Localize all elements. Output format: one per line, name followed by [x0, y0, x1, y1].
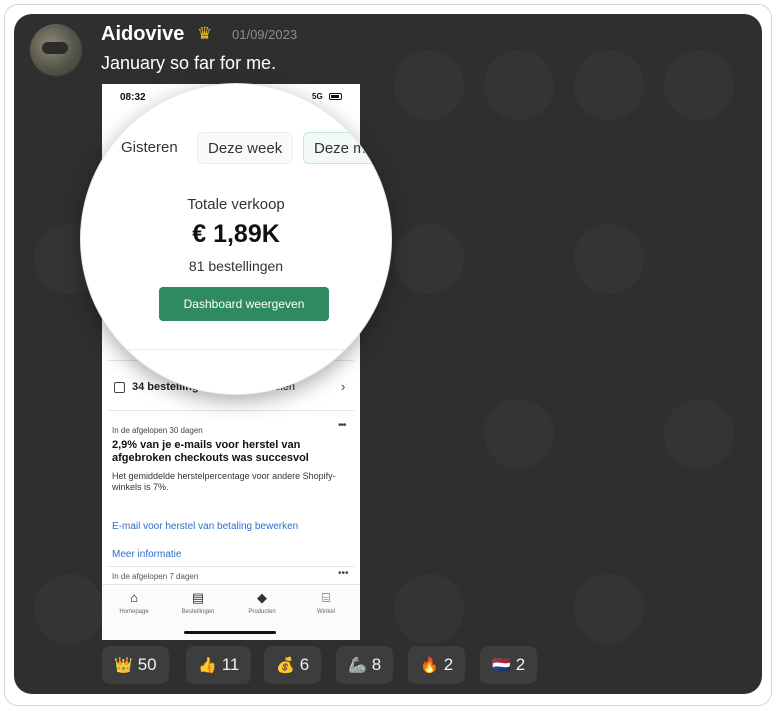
- reaction-netherlands-flag[interactable]: 🇳🇱 2: [480, 646, 538, 684]
- divider: [108, 566, 354, 567]
- reaction-count: 50: [137, 655, 157, 674]
- netherlands-flag-icon: 🇳🇱: [492, 657, 511, 674]
- message-text: January so far for me.: [101, 53, 277, 73]
- phone-tab-bar: ⌂ Homepage ▤ Bestellingen ◆ Producten ⌸ …: [102, 584, 360, 640]
- crown-icon: 👑: [114, 657, 133, 674]
- more-options-icon[interactable]: •••: [338, 568, 349, 579]
- period-tabs: Gisteren Deze week Deze m: [81, 128, 391, 168]
- reaction-count: 6: [299, 655, 310, 674]
- orders-icon: ▤: [191, 590, 205, 605]
- tab-label: Homepage: [119, 609, 149, 615]
- tab-deze-maand[interactable]: Deze m: [303, 132, 377, 164]
- money-bag-icon: 💰: [276, 657, 295, 674]
- tab-homepage[interactable]: ⌂ Homepage: [106, 590, 162, 616]
- tab-label: Bestellingen: [181, 609, 215, 615]
- divider: [111, 349, 361, 350]
- battery-icon: [329, 93, 342, 100]
- insight-kicker: In de afgelopen 30 dagen: [112, 426, 203, 435]
- tab-deze-week[interactable]: Deze week: [197, 132, 294, 164]
- tab-orders[interactable]: ▤ Bestellingen: [170, 590, 226, 616]
- more-options-icon[interactable]: •••: [338, 420, 346, 431]
- total-sales-label: Totale verkoop: [187, 196, 285, 213]
- magnifier-lens: Gisteren Deze week Deze m Totale verkoop…: [81, 84, 391, 394]
- discord-message-card: Aidovive ♛ 01/09/2023 January so far for…: [14, 14, 762, 694]
- reaction-mechanical-arm[interactable]: 🦾 8: [336, 646, 394, 684]
- insight-title: 2,9% van je e-mails voor herstel van afg…: [112, 439, 309, 464]
- mechanical-arm-icon: 🦾: [348, 657, 367, 674]
- tab-label: Producten: [248, 609, 276, 615]
- home-indicator: [184, 631, 276, 634]
- network-indicator: 5G: [312, 92, 323, 101]
- insight-body: Het gemiddelde herstelpercentage voor an…: [112, 471, 336, 492]
- tab-store[interactable]: ⌸ Winkel: [298, 590, 354, 616]
- reaction-count: 11: [221, 655, 240, 674]
- user-avatar[interactable]: [30, 24, 82, 76]
- crown-icon: ♛: [197, 24, 213, 43]
- home-icon: ⌂: [130, 590, 138, 605]
- chevron-right-icon: ›: [341, 379, 346, 394]
- reaction-thumbs-up[interactable]: 👍 11: [186, 646, 252, 684]
- total-sales-value: € 1,89K: [192, 220, 280, 248]
- tab-products[interactable]: ◆ Producten: [234, 590, 290, 616]
- tab-gisteren[interactable]: Gisteren: [111, 132, 188, 164]
- insight2-kicker: In de afgelopen 7 dagen: [112, 572, 199, 581]
- divider: [108, 410, 354, 411]
- tab-label: Winkel: [316, 609, 335, 615]
- orders-count: 81 bestellingen: [188, 258, 284, 274]
- more-info-link[interactable]: Meer informatie: [112, 549, 181, 560]
- status-time: 08:32: [120, 92, 146, 103]
- reaction-fire[interactable]: 🔥 2: [408, 646, 466, 684]
- store-icon: ⌸: [322, 590, 330, 605]
- download-icon: [114, 382, 125, 393]
- reaction-money-bag[interactable]: 💰 6: [264, 646, 322, 684]
- reaction-crown[interactable]: 👑 50: [102, 646, 169, 684]
- thumbs-up-icon: 👍: [198, 657, 217, 674]
- reaction-count: 2: [515, 655, 526, 674]
- message-date: 01/09/2023: [232, 27, 298, 42]
- edit-recovery-email-link[interactable]: E-mail voor herstel van betaling bewerke…: [112, 521, 298, 532]
- reaction-count: 8: [371, 655, 382, 674]
- reaction-count: 2: [443, 655, 454, 674]
- dashboard-button[interactable]: Dashboard weergeven: [159, 287, 329, 321]
- tag-icon: ◆: [257, 590, 267, 605]
- username[interactable]: Aidovive: [101, 23, 184, 46]
- fire-icon: 🔥: [420, 657, 439, 674]
